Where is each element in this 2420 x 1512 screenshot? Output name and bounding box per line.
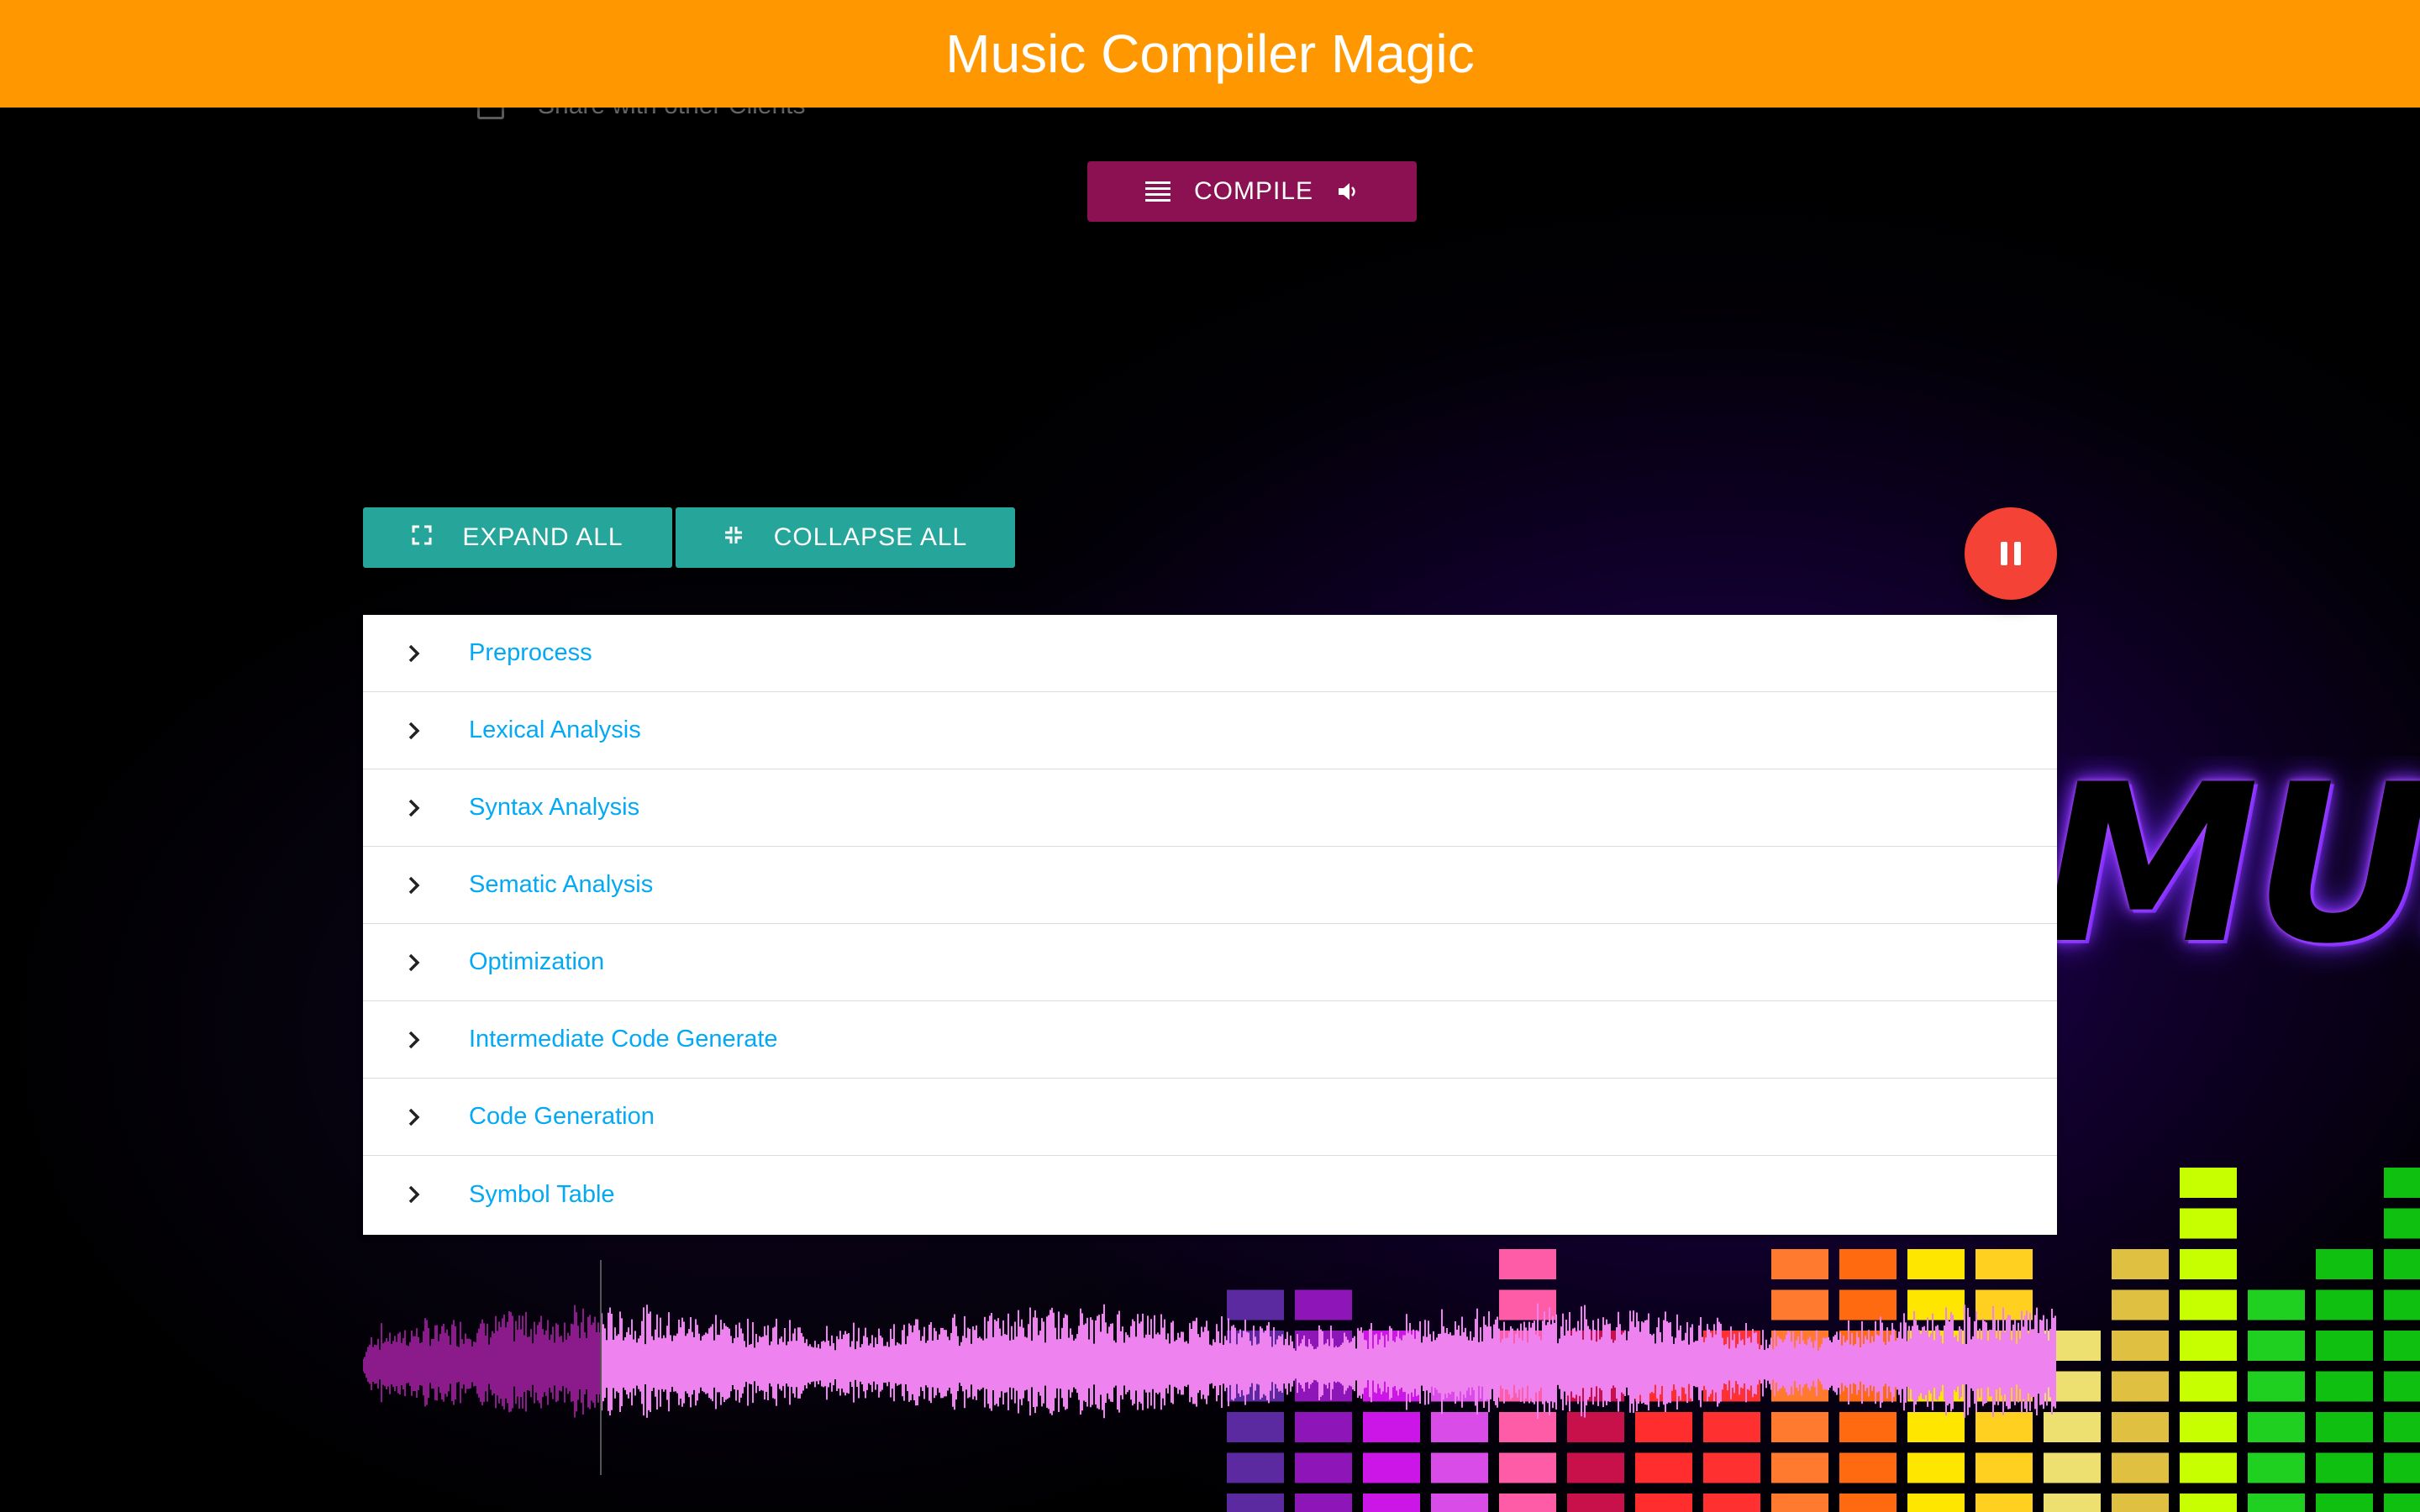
panel-item-intermediate-code-generate[interactable]: Intermediate Code Generate xyxy=(363,1001,2057,1079)
chevron-right-icon xyxy=(403,797,425,819)
chevron-right-icon xyxy=(403,952,425,974)
pause-icon xyxy=(1997,542,2024,565)
panel-item-preprocess[interactable]: Preprocess xyxy=(363,615,2057,692)
panel-item-label: Symbol Table xyxy=(469,1180,615,1208)
fullscreen-exit-icon xyxy=(723,523,744,552)
panel-item-code-generation[interactable]: Code Generation xyxy=(363,1079,2057,1156)
playhead-cursor[interactable] xyxy=(600,1260,602,1475)
compiler-stages-panel: Preprocess Lexical Analysis Syntax Analy… xyxy=(363,615,2057,1235)
chevron-right-icon xyxy=(403,1184,425,1205)
app-header: Music Compiler Magic xyxy=(0,0,2420,108)
panel-item-lexical-analysis[interactable]: Lexical Analysis xyxy=(363,692,2057,769)
panel-item-label: Intermediate Code Generate xyxy=(469,1026,778,1053)
expand-all-label: EXPAND ALL xyxy=(462,523,623,551)
panel-item-sematic-analysis[interactable]: Sematic Analysis xyxy=(363,847,2057,924)
panel-item-syntax-analysis[interactable]: Syntax Analysis xyxy=(363,769,2057,847)
app-title: Music Compiler Magic xyxy=(945,24,1475,84)
compile-button[interactable]: COMPILE xyxy=(1087,161,1417,222)
waveform-played xyxy=(363,1305,601,1418)
chevron-right-icon xyxy=(403,643,425,664)
list-icon xyxy=(1144,181,1171,202)
chevron-right-icon xyxy=(403,720,425,742)
waveform-unplayed xyxy=(601,1303,2056,1420)
panel-item-label: Preprocess xyxy=(469,639,592,666)
panel-item-optimization[interactable]: Optimization xyxy=(363,924,2057,1001)
chevron-right-icon xyxy=(403,1029,425,1051)
audio-waveform[interactable] xyxy=(363,1260,2057,1478)
panel-item-symbol-table[interactable]: Symbol Table xyxy=(363,1156,2057,1233)
background-music-word: MUS xyxy=(2042,756,2420,974)
pause-button[interactable] xyxy=(1965,507,2057,600)
fullscreen-icon xyxy=(412,523,432,552)
collapse-all-button[interactable]: COLLAPSE ALL xyxy=(676,507,1015,568)
panel-item-label: Lexical Analysis xyxy=(469,717,641,743)
chevron-right-icon xyxy=(403,1106,425,1128)
volume-icon xyxy=(1337,181,1359,202)
compile-label: COMPILE xyxy=(1193,177,1314,205)
panel-item-label: Code Generation xyxy=(469,1103,655,1130)
collapse-all-label: COLLAPSE ALL xyxy=(773,523,968,551)
panel-item-label: Optimization xyxy=(469,948,605,975)
panel-item-label: Sematic Analysis xyxy=(469,871,654,898)
chevron-right-icon xyxy=(403,874,425,896)
panel-item-label: Syntax Analysis xyxy=(469,794,640,821)
expand-all-button[interactable]: EXPAND ALL xyxy=(363,507,672,568)
